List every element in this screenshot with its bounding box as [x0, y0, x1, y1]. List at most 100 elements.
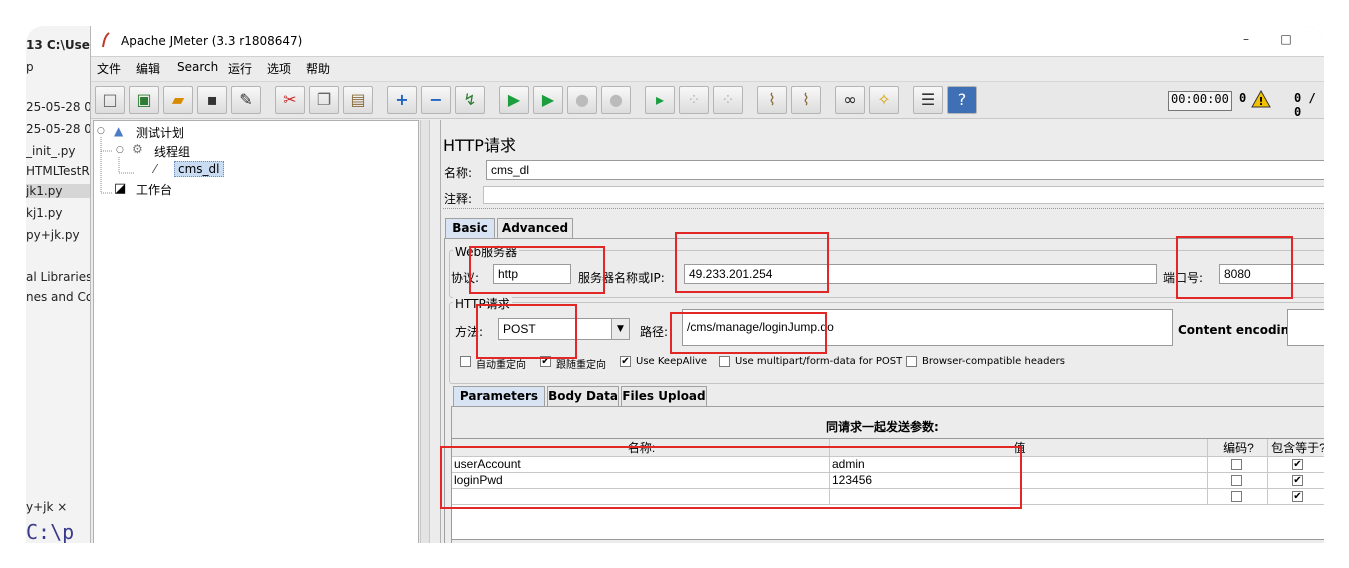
sampler-pipette-icon: ⁄ [154, 162, 157, 176]
ide-line: nes and Con [26, 290, 92, 304]
clear-icon[interactable]: ⌇ [757, 86, 787, 114]
remote-start-icon[interactable]: ▸ [645, 86, 675, 114]
tree-toggle-icon[interactable]: ○ [116, 145, 124, 155]
workbench-icon: ◪ [114, 181, 127, 196]
help-icon[interactable]: ? [947, 86, 977, 114]
remote-shutdown-icon[interactable]: ⁘ [713, 86, 743, 114]
ide-path-line: 13 C:\Use [26, 38, 90, 52]
ide-file[interactable]: py+jk.py [26, 228, 80, 242]
minimize-button[interactable]: – [1231, 32, 1261, 50]
thread-count: 0 / 0 [1294, 91, 1316, 119]
name-label: 名称: [444, 166, 473, 180]
warning-icon[interactable]: ! [1251, 90, 1271, 108]
comment-field[interactable] [483, 186, 1324, 204]
clear-all-icon[interactable]: ⌇ [791, 86, 821, 114]
param-encode-cell[interactable] [1208, 457, 1268, 473]
title-bar: Apache JMeter (3.3 r1808647) – □ [91, 26, 1324, 57]
encode-checkbox[interactable] [1231, 491, 1242, 502]
path-label: 路径: [640, 325, 669, 339]
shutdown-icon[interactable]: ● [601, 86, 631, 114]
tab-advanced[interactable]: Advanced [497, 218, 573, 238]
paste-icon[interactable]: ▤ [343, 86, 373, 114]
ide-line: al Libraries [26, 270, 93, 284]
column-header-include-equals[interactable]: 包含等于? [1268, 439, 1324, 457]
param-include-equals-cell[interactable]: ✔ [1268, 489, 1324, 505]
include-equals-checkbox[interactable]: ✔ [1292, 491, 1303, 502]
test-plan-icon: ▲ [114, 124, 124, 138]
menu-help[interactable]: 帮助 [306, 60, 330, 77]
param-encode-cell[interactable] [1208, 489, 1268, 505]
tab-body-data[interactable]: Body Data [547, 386, 619, 406]
jmeter-feather-icon [102, 32, 110, 48]
ide-line: p [26, 60, 34, 74]
ide-line: 25-05-28 09 [26, 122, 93, 136]
ide-editor-tab[interactable]: y+jk × [26, 500, 67, 514]
menu-edit[interactable]: 编辑 [136, 60, 160, 77]
ide-file[interactable]: _init_.py [26, 144, 76, 158]
auto-redirect-checkbox[interactable] [460, 356, 471, 367]
menu-file[interactable]: 文件 [97, 60, 121, 77]
content-encoding-field[interactable] [1287, 309, 1324, 346]
function-helper-icon[interactable]: ☰ [913, 86, 943, 114]
tree-toggle-icon[interactable]: ○ [97, 126, 105, 136]
start-no-pauses-icon[interactable]: ▶ [533, 86, 563, 114]
collapse-icon[interactable]: − [421, 86, 451, 114]
keepalive-checkbox[interactable]: ✔ [620, 356, 631, 367]
toolbar: □ ▣ ▰ ▪ ✎ ✂ ❐ ▤ + − ↯ ▶ ▶ ● ● ▸ ⁘ ⁘ ⌇ ⌇ … [91, 81, 1324, 119]
copy-icon[interactable]: ❐ [309, 86, 339, 114]
ide-file-selected[interactable]: jk1.py [26, 184, 92, 198]
elapsed-timer: 00:00:00 [1168, 91, 1232, 111]
search-binoculars-icon[interactable]: ∞ [835, 86, 865, 114]
background-ide-panel: 13 C:\Use p 25-05-28 09 25-05-28 09 _ini… [26, 26, 93, 543]
ide-file[interactable]: kj1.py [26, 206, 62, 220]
multipart-checkbox[interactable] [719, 356, 730, 367]
save-icon[interactable]: ▪ [197, 86, 227, 114]
highlight-port [1176, 236, 1293, 299]
expand-icon[interactable]: + [387, 86, 417, 114]
test-plan-tree: ○ ▲ 测试计划 ○ ⚙ 线程组 ⁄ cms_dl ◪ 工作台 [93, 120, 419, 543]
param-encode-cell[interactable] [1208, 473, 1268, 489]
templates-icon[interactable]: ▣ [129, 86, 159, 114]
browser-headers-label: Browser-compatible headers [922, 356, 1065, 367]
column-header-encode[interactable]: 编码? [1208, 439, 1268, 457]
ide-file[interactable]: HTMLTestR [26, 164, 90, 178]
highlight-protocol [469, 246, 605, 294]
ide-code-line: C:\p [26, 520, 75, 543]
tab-parameters[interactable]: Parameters [453, 386, 545, 406]
stop-icon[interactable]: ● [567, 86, 597, 114]
pane-splitter[interactable] [420, 120, 430, 543]
tree-thread-group[interactable]: 线程组 [154, 143, 190, 160]
include-equals-checkbox[interactable]: ✔ [1292, 459, 1303, 470]
browser-headers-checkbox[interactable] [906, 356, 917, 367]
toggle-icon[interactable]: ↯ [455, 86, 485, 114]
tree-test-plan[interactable]: 测试计划 [136, 124, 184, 141]
tree-sampler-selected[interactable]: cms_dl [174, 161, 224, 177]
save-as-icon[interactable]: ✎ [231, 86, 261, 114]
tree-workbench[interactable]: 工作台 [136, 181, 172, 198]
cut-icon[interactable]: ✂ [275, 86, 305, 114]
chevron-down-icon[interactable]: ▼ [611, 318, 630, 340]
menu-run[interactable]: 运行 [228, 60, 252, 77]
maximize-button[interactable]: □ [1271, 32, 1301, 50]
open-icon[interactable]: ▰ [163, 86, 193, 114]
tab-basic[interactable]: Basic [445, 218, 495, 238]
multipart-label: Use multipart/form-data for POST [735, 356, 903, 367]
include-equals-checkbox[interactable]: ✔ [1292, 475, 1303, 486]
encode-checkbox[interactable] [1231, 459, 1242, 470]
new-icon[interactable]: □ [95, 86, 125, 114]
reset-search-icon[interactable]: ✧ [869, 86, 899, 114]
collapse-divider[interactable] [443, 208, 1324, 212]
menu-search[interactable]: Search [177, 60, 218, 74]
start-icon[interactable]: ▶ [499, 86, 529, 114]
highlight-path [670, 312, 827, 354]
param-include-equals-cell[interactable]: ✔ [1268, 473, 1324, 489]
param-include-equals-cell[interactable]: ✔ [1268, 457, 1324, 473]
remote-stop-icon[interactable]: ⁘ [679, 86, 709, 114]
highlight-parameters [440, 446, 1022, 509]
name-field[interactable]: cms_dl [486, 160, 1324, 180]
keepalive-label: Use KeepAlive [636, 356, 708, 367]
encode-checkbox[interactable] [1231, 475, 1242, 486]
menu-options[interactable]: 选项 [267, 60, 291, 77]
tab-files-upload[interactable]: Files Upload [621, 386, 707, 406]
content-encoding-label: Content encoding: [1178, 323, 1303, 337]
